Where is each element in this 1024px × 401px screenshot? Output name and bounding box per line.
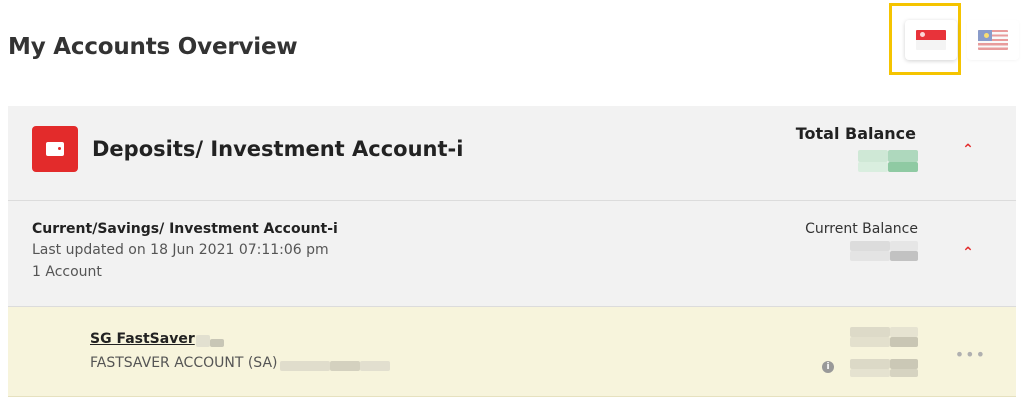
my-flag-icon <box>978 30 1008 50</box>
more-options-icon[interactable]: ••• <box>955 345 986 364</box>
wallet-icon <box>32 126 78 172</box>
current-balance-label: Current Balance <box>805 221 918 237</box>
account-name-link[interactable]: SG FastSaver <box>90 331 195 347</box>
last-updated-text: Last updated on 18 Jun 2021 07:11:06 pm <box>32 242 329 258</box>
account-group-header[interactable]: Current/Savings/ Investment Account-i La… <box>8 201 1016 307</box>
section-title: Deposits/ Investment Account-i <box>92 137 464 161</box>
info-icon[interactable]: i <box>822 361 834 373</box>
region-sg-button[interactable] <box>905 20 957 60</box>
collapse-group-chevron-icon[interactable]: ⌃ <box>958 245 978 261</box>
page-title: My Accounts Overview <box>8 34 298 60</box>
account-row[interactable]: SG FastSaver FASTSAVER ACCOUNT (SA) i ••… <box>8 307 1016 397</box>
account-group-title: Current/Savings/ Investment Account-i <box>32 221 338 237</box>
total-balance-label: Total Balance <box>795 124 916 143</box>
region-my-button[interactable] <box>967 20 1019 60</box>
collapse-deposits-chevron-icon[interactable]: ⌃ <box>958 142 978 158</box>
deposits-section-header[interactable]: Deposits/ Investment Account-i Total Bal… <box>8 106 1016 201</box>
account-count: 1 Account <box>32 264 102 280</box>
sg-flag-icon <box>916 30 946 50</box>
account-type: FASTSAVER ACCOUNT (SA) <box>90 355 278 371</box>
